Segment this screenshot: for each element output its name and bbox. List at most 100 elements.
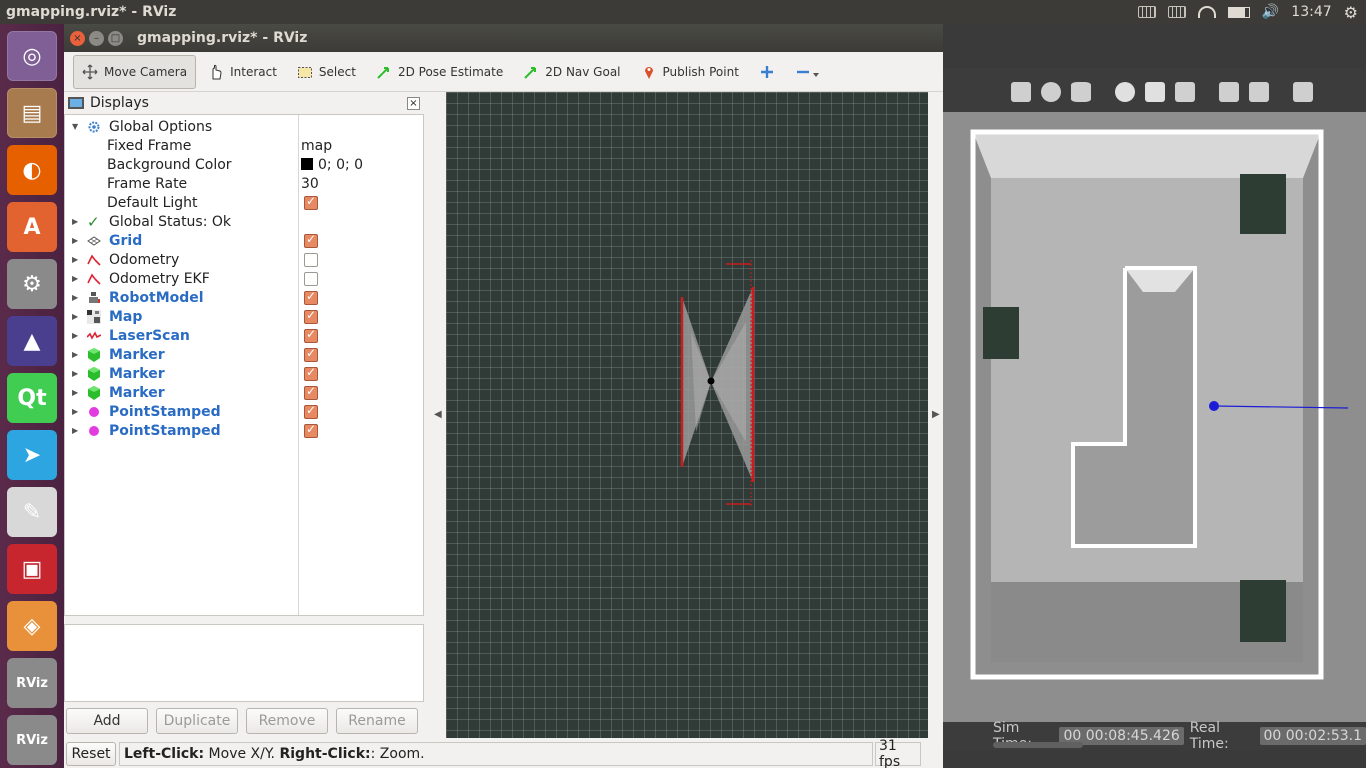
volume-icon[interactable]: 🔊 [1262, 4, 1279, 20]
tree-row-display[interactable]: ▶ Marker [65, 383, 423, 402]
display-enabled-checkbox[interactable] [304, 422, 318, 438]
interact-tool[interactable]: Interact [200, 55, 285, 89]
remove-button[interactable]: Remove [246, 708, 328, 734]
expand-arrow-icon[interactable]: ▶ [72, 407, 78, 416]
publish-point-tool[interactable]: Publish Point [633, 55, 747, 89]
box-shape-icon[interactable] [1011, 82, 1031, 102]
display-enabled-checkbox[interactable] [304, 271, 318, 286]
tree-row-display[interactable]: ▶ Odometry [65, 250, 423, 269]
launcher-rviz-2-icon[interactable]: RViz [7, 715, 57, 765]
point-light-icon[interactable] [1115, 82, 1135, 102]
display-enabled-checkbox[interactable] [304, 403, 318, 419]
launcher-software-center-icon[interactable]: A [7, 202, 57, 252]
display-enabled-checkbox[interactable] [304, 252, 318, 267]
default-light-checkbox[interactable] [304, 194, 318, 210]
tree-row-frame-rate[interactable]: Frame Rate 30 [65, 174, 423, 193]
tree-row-display[interactable]: ▶ Odometry EKF [65, 269, 423, 288]
launcher-rviz-1-icon[interactable]: RViz [7, 658, 57, 708]
minimize-window-button[interactable]: – [89, 30, 104, 46]
battery-icon[interactable] [1227, 6, 1250, 18]
expand-arrow-icon[interactable]: ▶ [72, 293, 78, 302]
tree-row-global-status[interactable]: ▶ ✓ Global Status: Ok [65, 212, 423, 231]
close-window-button[interactable]: × [70, 30, 85, 46]
background-color-value[interactable]: 0; 0; 0 [301, 157, 363, 173]
rename-button[interactable]: Rename [336, 708, 418, 734]
keyboard-layout-icon[interactable] [1137, 6, 1156, 18]
launcher-system-settings-icon[interactable]: ⚙ [7, 259, 57, 309]
launcher-firefox-icon[interactable]: ◐ [7, 145, 57, 195]
reset-button[interactable]: Reset [66, 742, 116, 766]
display-enabled-checkbox[interactable] [304, 289, 318, 305]
select-tool[interactable]: Select [289, 55, 364, 89]
collapse-arrow-icon[interactable]: ▼ [72, 122, 78, 131]
tree-row-display[interactable]: ▶ Grid [65, 231, 423, 250]
tree-row-background-color[interactable]: Background Color 0; 0; 0 [65, 155, 423, 174]
expand-arrow-icon[interactable]: ▶ [72, 331, 78, 340]
launcher-telegram-icon[interactable]: ➤ [7, 430, 57, 480]
tree-row-global-options[interactable]: ▼ Global Options [65, 117, 423, 136]
directional-light-icon[interactable] [1175, 82, 1195, 102]
launcher-terminal-icon[interactable]: ▣ [7, 544, 57, 594]
expand-arrow-icon[interactable]: ▶ [72, 312, 78, 321]
expand-arrow-icon[interactable]: ▶ [72, 236, 78, 245]
display-enabled-checkbox[interactable] [304, 365, 318, 381]
real-time-label: Real Time: [1189, 720, 1229, 752]
collapse-right-arrow-icon[interactable]: ▶ [932, 409, 940, 420]
add-tool-button[interactable] [751, 55, 783, 89]
nav-goal-tool[interactable]: 2D Nav Goal [515, 55, 628, 89]
maximize-window-button[interactable]: □ [108, 30, 123, 46]
display-enabled-checkbox[interactable] [304, 308, 318, 324]
expand-arrow-icon[interactable]: ▶ [72, 217, 78, 226]
expand-arrow-icon[interactable]: ▶ [72, 274, 78, 283]
tree-row-display[interactable]: ▶ LaserScan [65, 326, 423, 345]
hint-right-action: : Zoom. [370, 746, 425, 762]
paste-icon[interactable] [1249, 82, 1269, 102]
tree-row-display[interactable]: ▶ Marker [65, 345, 423, 364]
fixed-frame-value[interactable]: map [301, 138, 332, 154]
power-gear-icon[interactable]: ⚙ [1344, 3, 1358, 22]
display-enabled-checkbox[interactable] [304, 346, 318, 362]
launcher-qt-creator-icon[interactable]: Qt [7, 373, 57, 423]
tree-row-display[interactable]: ▶ Map [65, 307, 423, 326]
tree-row-fixed-frame[interactable]: Fixed Frame map [65, 136, 423, 155]
launcher-gazebo-icon[interactable]: ◈ [7, 601, 57, 651]
close-panel-button[interactable]: × [407, 96, 420, 110]
cylinder-shape-icon[interactable] [1071, 82, 1091, 102]
duplicate-button[interactable]: Duplicate [156, 708, 238, 734]
collapse-left-arrow-icon[interactable]: ◀ [434, 409, 442, 420]
expand-arrow-icon[interactable]: ▶ [72, 426, 78, 435]
frame-rate-value[interactable]: 30 [301, 176, 319, 192]
launcher-ubuntu-dash-icon[interactable]: ◎ [7, 31, 57, 81]
display-enabled-checkbox[interactable] [304, 384, 318, 400]
tree-row-display[interactable]: ▶ RobotModel [65, 288, 423, 307]
expand-arrow-icon[interactable]: ▶ [72, 388, 78, 397]
display-enabled-checkbox[interactable] [304, 232, 318, 248]
launcher-text-editor-icon[interactable]: ✎ [7, 487, 57, 537]
tree-row-default-light[interactable]: Default Light [65, 193, 423, 212]
spot-light-icon[interactable] [1145, 82, 1165, 102]
clock[interactable]: 13:47 [1291, 4, 1331, 20]
displays-tree[interactable]: ▼ Global Options Fixed Frame map Backgro… [64, 114, 424, 616]
remove-tool-button[interactable] [787, 55, 829, 89]
expand-arrow-icon[interactable]: ▶ [72, 369, 78, 378]
display-enabled-checkbox[interactable] [304, 327, 318, 343]
add-button[interactable]: Add [66, 708, 148, 734]
align-icon[interactable] [1293, 82, 1313, 102]
gazebo-scrollbar[interactable] [993, 742, 1083, 748]
render-3d-view[interactable] [446, 92, 928, 738]
tree-row-display[interactable]: ▶ PointStamped [65, 421, 423, 440]
pose-estimate-tool[interactable]: 2D Pose Estimate [368, 55, 511, 89]
move-camera-tool[interactable]: Move Camera [73, 54, 197, 89]
sphere-shape-icon[interactable] [1041, 82, 1061, 102]
input-method-icon[interactable] [1167, 6, 1186, 18]
expand-arrow-icon[interactable]: ▶ [72, 350, 78, 359]
launcher-files-icon[interactable]: ▤ [7, 88, 57, 138]
launcher-math-app-icon[interactable]: ▲ [7, 316, 57, 366]
tree-row-display[interactable]: ▶ PointStamped [65, 402, 423, 421]
gazebo-scene[interactable] [943, 112, 1366, 722]
tree-row-display[interactable]: ▶ Marker [65, 364, 423, 383]
expand-arrow-icon[interactable]: ▶ [72, 255, 78, 264]
wifi-icon[interactable] [1197, 6, 1216, 18]
copy-icon[interactable] [1219, 82, 1239, 102]
window-titlebar[interactable]: × – □ gmapping.rviz* - RViz [64, 24, 943, 52]
